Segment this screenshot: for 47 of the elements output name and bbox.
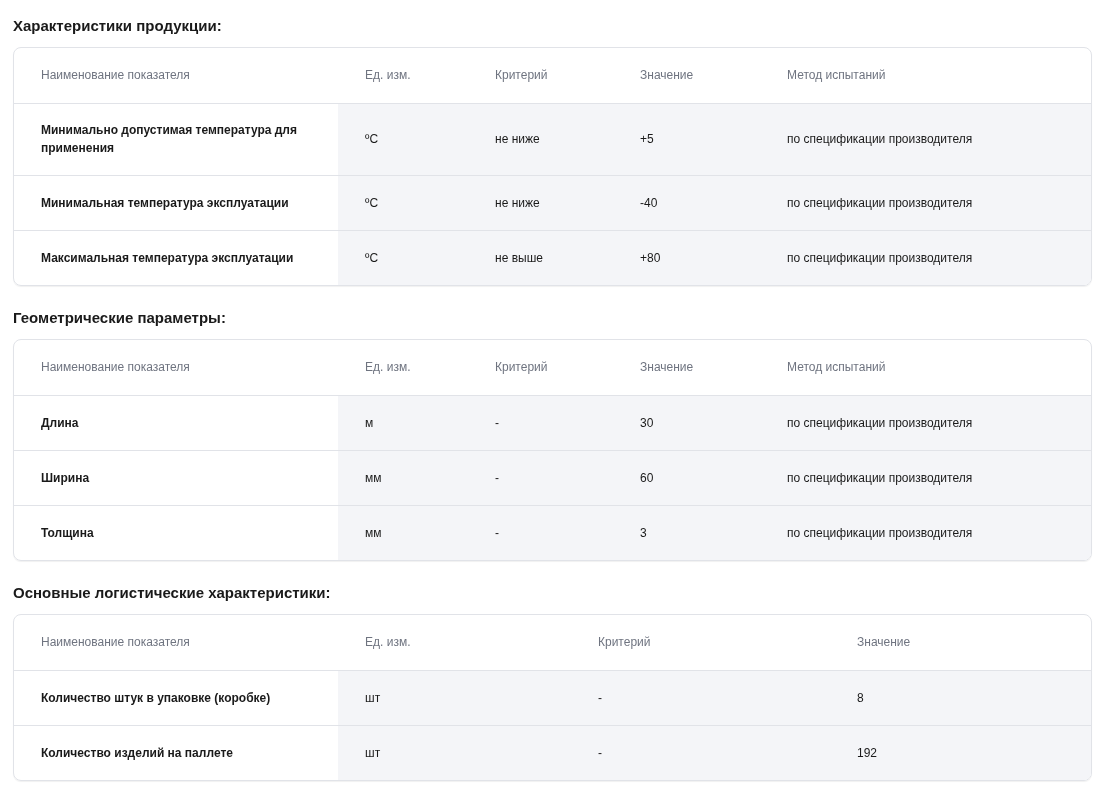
table-cell: - — [468, 505, 613, 560]
table-cell: мм — [338, 450, 468, 505]
table-cell: по спецификации производителя — [760, 395, 1091, 450]
column-header: Критерий — [571, 615, 830, 670]
column-header: Значение — [613, 48, 760, 103]
column-header: Значение — [613, 340, 760, 395]
table-cell: не ниже — [468, 103, 613, 175]
column-header: Значение — [830, 615, 1091, 670]
table-cell: - — [571, 670, 830, 725]
table-cell: не выше — [468, 230, 613, 285]
column-header: Ед. изм. — [338, 340, 468, 395]
table-cell: шт — [338, 725, 571, 780]
section-title: Характеристики продукции: — [13, 16, 223, 36]
table-cell: м — [338, 395, 468, 450]
column-header: Наименование показателя — [14, 340, 338, 395]
table-cell: по спецификации производителя — [760, 230, 1091, 285]
table-cell: по спецификации производителя — [760, 103, 1091, 175]
column-header: Ед. изм. — [338, 615, 571, 670]
column-header: Наименование показателя — [14, 615, 338, 670]
table-cell: 192 — [830, 725, 1091, 780]
column-header: Метод испытаний — [760, 48, 1091, 103]
table-cell: ºС — [338, 103, 468, 175]
column-header: Критерий — [468, 340, 613, 395]
table-cell: ºС — [338, 175, 468, 230]
section-title: Геометрические параметры: — [13, 308, 227, 328]
table-cell: 30 — [613, 395, 760, 450]
column-header: Наименование показателя — [14, 48, 338, 103]
table-cell: по спецификации производителя — [760, 505, 1091, 560]
table-cell: +80 — [613, 230, 760, 285]
table-cell: шт — [338, 670, 571, 725]
table-cell: +5 — [613, 103, 760, 175]
table-cell: ºС — [338, 230, 468, 285]
table-cell: не ниже — [468, 175, 613, 230]
table-cell: мм — [338, 505, 468, 560]
table-cell: - — [468, 450, 613, 505]
section-title: Основные логистические характеристики: — [13, 583, 332, 603]
column-header: Критерий — [468, 48, 613, 103]
table-cell: 3 — [613, 505, 760, 560]
table-cell: 8 — [830, 670, 1091, 725]
table-cell: 60 — [613, 450, 760, 505]
table-cell: по спецификации производителя — [760, 450, 1091, 505]
column-header: Метод испытаний — [760, 340, 1091, 395]
table-cell: - — [468, 395, 613, 450]
column-header: Ед. изм. — [338, 48, 468, 103]
table-cell: - — [571, 725, 830, 780]
table-cell: по спецификации производителя — [760, 175, 1091, 230]
table-cell: -40 — [613, 175, 760, 230]
